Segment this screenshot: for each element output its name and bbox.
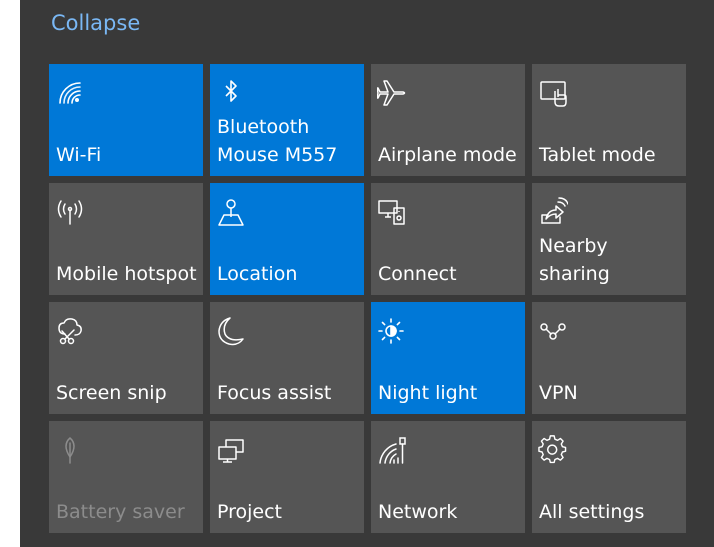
- quick-action-wifi[interactable]: Wi-Fi: [49, 64, 203, 176]
- quick-action-tablet-mode[interactable]: Tablet mode: [532, 64, 686, 176]
- quick-action-all-settings[interactable]: All settings: [532, 421, 686, 533]
- tile-label: Bluetooth Mouse M557: [217, 116, 338, 166]
- quick-action-screen-snip[interactable]: Screen snip: [49, 302, 203, 414]
- focus-assist-moon-icon: [216, 316, 246, 346]
- connect-icon: [377, 197, 407, 227]
- quick-action-connect[interactable]: Connect: [371, 183, 525, 295]
- quick-action-mobile-hotspot[interactable]: Mobile hotspot: [49, 183, 203, 295]
- quick-action-vpn[interactable]: VPN: [532, 302, 686, 414]
- tile-label: All settings: [539, 501, 645, 523]
- vpn-icon: [538, 316, 568, 346]
- tile-label: Screen snip: [56, 382, 167, 404]
- wifi-icon: [55, 78, 85, 108]
- night-light-sun-icon: [377, 316, 407, 346]
- airplane-icon: [377, 78, 407, 108]
- quick-action-project[interactable]: Project: [210, 421, 364, 533]
- quick-action-battery-saver: Battery saver: [49, 421, 203, 533]
- tile-label: Mobile hotspot: [56, 263, 197, 285]
- screen-snip-icon: [55, 316, 85, 346]
- battery-saver-leaf-icon: [55, 435, 85, 465]
- tile-label: Connect: [378, 263, 457, 285]
- tile-label: Wi-Fi: [56, 144, 102, 166]
- tile-label: Airplane mode: [378, 144, 517, 166]
- tile-label: Battery saver: [56, 501, 185, 523]
- bluetooth-icon: [216, 78, 246, 108]
- tile-label: Location: [217, 263, 298, 285]
- project-icon: [216, 435, 246, 465]
- quick-action-network[interactable]: Network: [371, 421, 525, 533]
- location-icon: [216, 197, 246, 227]
- nearby-sharing-icon: [538, 197, 568, 227]
- tile-label: VPN: [539, 382, 578, 404]
- tile-label: Nearby sharing: [539, 235, 610, 285]
- quick-action-focus-assist[interactable]: Focus assist: [210, 302, 364, 414]
- mobile-hotspot-icon: [55, 197, 85, 227]
- gear-icon: [538, 435, 568, 465]
- tablet-mode-icon: [538, 78, 568, 108]
- quick-action-airplane-mode[interactable]: Airplane mode: [371, 64, 525, 176]
- tile-label: Tablet mode: [539, 144, 656, 166]
- collapse-link[interactable]: Collapse: [51, 9, 140, 37]
- quick-action-bluetooth[interactable]: Bluetooth Mouse M557: [210, 64, 364, 176]
- network-icon: [377, 435, 407, 465]
- tile-label: Night light: [378, 382, 478, 404]
- quick-action-nearby-sharing[interactable]: Nearby sharing: [532, 183, 686, 295]
- tile-label: Project: [217, 501, 283, 523]
- quick-action-night-light[interactable]: Night light: [371, 302, 525, 414]
- tile-label: Focus assist: [217, 382, 332, 404]
- tile-label: Network: [378, 501, 458, 523]
- quick-action-location[interactable]: Location: [210, 183, 364, 295]
